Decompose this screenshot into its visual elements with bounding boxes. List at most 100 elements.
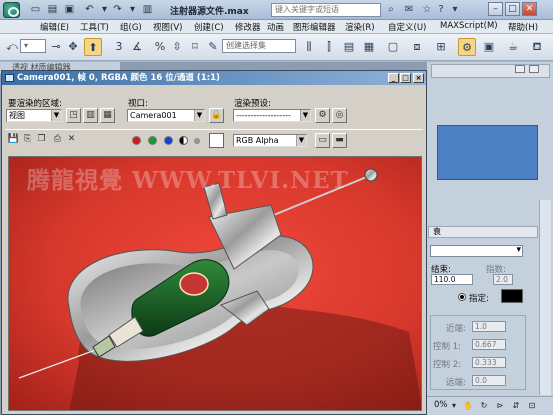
far-input[interactable]: 0.0: [472, 375, 506, 386]
panel-restore-icon[interactable]: [515, 65, 525, 73]
named-selection-set-dropdown[interactable]: 创建选择集: [222, 39, 296, 53]
zoom-dropdown-icon[interactable]: ▾: [448, 400, 460, 412]
render-production-icon[interactable]: ☕: [504, 38, 522, 56]
clone-window-icon[interactable]: ❐: [34, 133, 49, 148]
clear-image-icon[interactable]: ✕: [64, 133, 79, 148]
material-sample-slot[interactable]: [437, 125, 538, 180]
move-icon[interactable]: ✥: [64, 38, 82, 56]
print-image-icon[interactable]: ⎙: [50, 133, 65, 148]
environment-effects-icon[interactable]: ◎: [332, 108, 347, 123]
material-editor-icon[interactable]: ⊞: [432, 38, 450, 56]
open-file-icon[interactable]: ▤: [45, 3, 60, 17]
menu-modifiers[interactable]: 修改器: [235, 21, 261, 33]
mirror-icon[interactable]: ⫼: [300, 38, 318, 56]
menu-edit[interactable]: 编辑(E): [40, 21, 69, 33]
align-icon[interactable]: ⫿: [320, 38, 338, 56]
spinner-snap-icon[interactable]: ⇳: [168, 38, 186, 56]
menu-create[interactable]: 创建(C): [194, 21, 224, 33]
search-binoculars-icon[interactable]: ⌕: [384, 3, 398, 17]
lock-viewport-icon[interactable]: 🔒: [209, 108, 224, 123]
search-input[interactable]: 键入关键字或短语: [271, 3, 381, 17]
redo-dropdown-icon[interactable]: ▾: [125, 3, 140, 17]
zoom-percent[interactable]: 0%: [434, 400, 448, 410]
monochrome-icon[interactable]: [194, 138, 200, 144]
ctrl2-input[interactable]: 0.333: [472, 357, 506, 368]
ctrl1-input[interactable]: 0.667: [472, 339, 506, 350]
snap-toggle-icon[interactable]: 3: [110, 38, 128, 56]
favorites-star-icon[interactable]: ☆: [420, 3, 434, 17]
redo-icon[interactable]: ↷: [110, 3, 125, 17]
channel-display-dropdown[interactable]: RGB Alpha ▼: [233, 134, 307, 147]
swatch-color-box[interactable]: [209, 133, 224, 148]
viewport-dropdown[interactable]: Camera001 ▼: [127, 109, 205, 122]
walk-through-icon[interactable]: ⇵: [510, 400, 522, 412]
angle-snap-icon[interactable]: ∡: [128, 38, 146, 56]
schematic-view-icon[interactable]: ⧈: [408, 38, 426, 56]
named-selection-pencil-icon[interactable]: ✎: [204, 38, 222, 56]
blue-channel-icon[interactable]: [164, 136, 173, 145]
region-select-icon[interactable]: ▦: [100, 108, 115, 123]
rendered-image[interactable]: 腾龍視覺 WWW.TLVI.NET: [8, 156, 422, 411]
undo-toolbar-icon[interactable]: ⤺: [3, 38, 21, 56]
index-input[interactable]: 2.0: [493, 274, 513, 285]
render-window-maximize[interactable]: □: [400, 73, 411, 83]
red-channel-icon[interactable]: [132, 136, 141, 145]
menu-rendering[interactable]: 渲染(R): [345, 21, 375, 33]
minimize-button[interactable]: –: [488, 2, 503, 16]
new-file-icon[interactable]: ▭: [28, 3, 43, 17]
render-window-minimize[interactable]: _: [388, 73, 399, 83]
app-logo-icon[interactable]: [3, 2, 20, 18]
panel-close-icon[interactable]: [529, 65, 539, 73]
toggle-ui-icon[interactable]: ▬: [332, 133, 347, 148]
layer-manager-icon[interactable]: ▤: [340, 38, 358, 56]
end-input[interactable]: 110.0: [431, 274, 473, 285]
maximize-button[interactable]: □: [505, 2, 520, 16]
menu-graph-editors[interactable]: 图形编辑器: [293, 21, 336, 33]
maximize-viewport-icon[interactable]: ⊡: [526, 400, 538, 412]
undo-icon[interactable]: ↶: [82, 3, 97, 17]
edit-named-selection-icon[interactable]: ⌑: [186, 38, 204, 56]
command-panel-scrollbar[interactable]: [539, 200, 551, 395]
render-teapot-icon[interactable]: ⛾: [528, 38, 546, 56]
menu-views[interactable]: 视图(V): [153, 21, 182, 33]
render-window-close[interactable]: ×: [413, 73, 424, 83]
render-setup-icon[interactable]: ⚙: [458, 38, 476, 56]
field-of-view-icon[interactable]: ⊳: [494, 400, 506, 412]
orbit-icon[interactable]: ↻: [478, 400, 490, 412]
auto-region-icon[interactable]: ▥: [83, 108, 98, 123]
save-file-icon[interactable]: ▣: [62, 3, 77, 17]
preset-dropdown[interactable]: ------------------- ▼: [233, 109, 311, 122]
menu-animation[interactable]: 动画: [267, 21, 284, 33]
copy-image-icon[interactable]: ⎘: [20, 133, 35, 148]
green-channel-icon[interactable]: [148, 136, 157, 145]
near-input[interactable]: 1.0: [472, 321, 506, 332]
select-link-icon[interactable]: ⊸: [47, 38, 65, 56]
falloff-type-dropdown[interactable]: [430, 245, 523, 257]
area-dropdown[interactable]: 视图 ▼: [6, 109, 62, 122]
menu-customize[interactable]: 自定义(U): [388, 21, 426, 33]
menu-help[interactable]: 帮助(H): [508, 21, 538, 33]
menu-tools[interactable]: 工具(T): [80, 21, 109, 33]
curve-editor-icon[interactable]: ▢: [384, 38, 402, 56]
help-dropdown-icon[interactable]: ▾: [448, 3, 462, 17]
rollout-header[interactable]: 袁: [428, 226, 538, 238]
pan-hand-icon[interactable]: ✋: [462, 400, 474, 412]
save-image-icon[interactable]: 💾: [6, 133, 21, 148]
menu-maxscript[interactable]: MAXScript(M): [440, 21, 498, 31]
project-folder-icon[interactable]: ▥: [140, 3, 155, 17]
edit-region-icon[interactable]: ◳: [66, 108, 81, 123]
specify-color-swatch[interactable]: [501, 289, 523, 303]
rendered-frame-window-icon[interactable]: ▣: [480, 38, 498, 56]
close-button[interactable]: ✕: [522, 2, 537, 16]
help-icon[interactable]: ?: [434, 3, 448, 17]
selection-filter-dropdown[interactable]: ▾: [20, 39, 46, 53]
percent-snap-icon[interactable]: %: [151, 38, 169, 56]
render-setup-small-icon[interactable]: ⚙: [315, 108, 330, 123]
alpha-channel-icon[interactable]: [179, 136, 188, 145]
specify-radio[interactable]: [458, 293, 466, 301]
graphite-toggle-icon[interactable]: ▦: [360, 38, 378, 56]
toggle-ui-overlay-icon[interactable]: ▭: [315, 133, 330, 148]
select-object-icon[interactable]: ⬆: [84, 38, 102, 56]
menu-group[interactable]: 组(G): [120, 21, 142, 33]
communication-center-icon[interactable]: ✉: [402, 3, 416, 17]
